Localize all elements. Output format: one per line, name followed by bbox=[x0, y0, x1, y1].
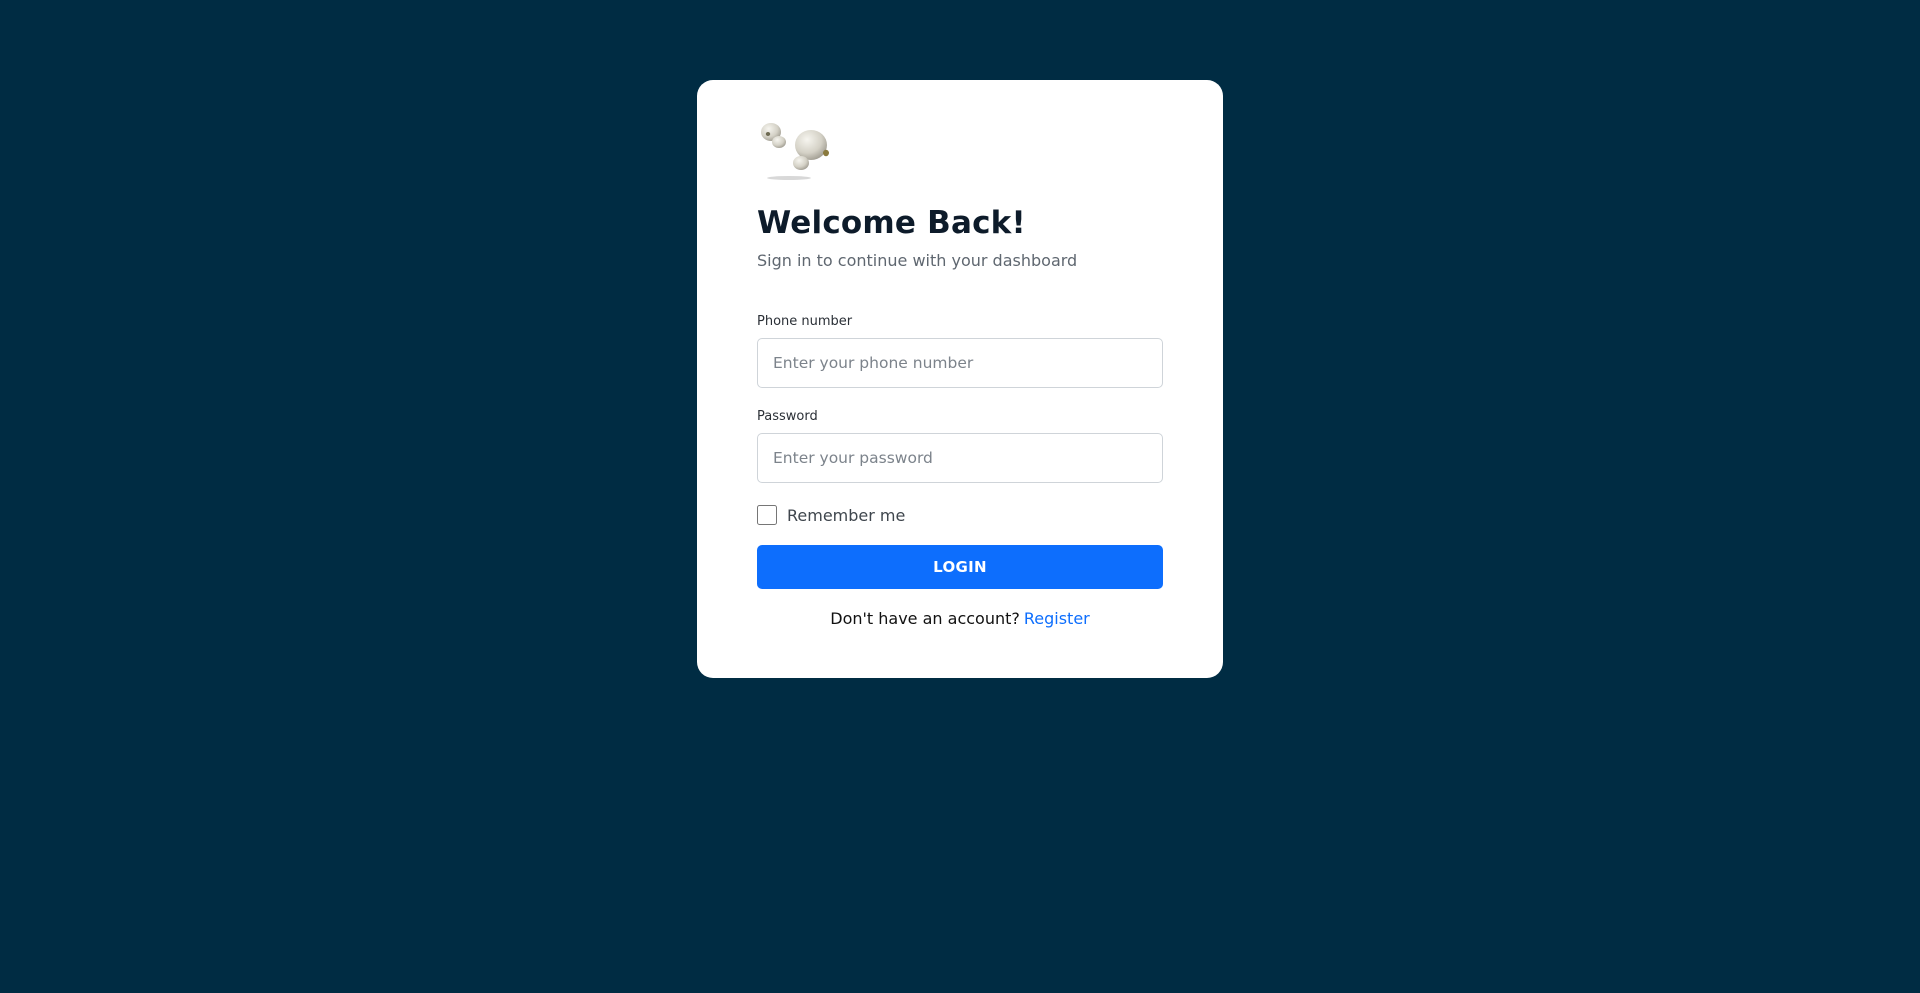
phone-input[interactable] bbox=[757, 338, 1163, 388]
phone-label: Phone number bbox=[757, 314, 853, 329]
register-row: Don't have an account? Register bbox=[757, 609, 1163, 628]
earbuds-logo-icon bbox=[761, 123, 829, 180]
register-prompt: Don't have an account? bbox=[830, 609, 1020, 628]
password-label: Password bbox=[757, 409, 818, 424]
page-subtitle: Sign in to continue with your dashboard bbox=[757, 251, 1078, 270]
login-card: Welcome Back! Sign in to continue with y… bbox=[697, 80, 1223, 678]
remember-me-label[interactable]: Remember me bbox=[787, 506, 905, 525]
page-title: Welcome Back! bbox=[757, 205, 1026, 241]
password-input[interactable] bbox=[757, 433, 1163, 483]
register-link[interactable]: Register bbox=[1024, 609, 1090, 628]
login-button[interactable]: LOGIN bbox=[757, 545, 1163, 589]
remember-me-row: Remember me bbox=[757, 504, 1163, 526]
remember-me-checkbox[interactable] bbox=[757, 505, 777, 525]
